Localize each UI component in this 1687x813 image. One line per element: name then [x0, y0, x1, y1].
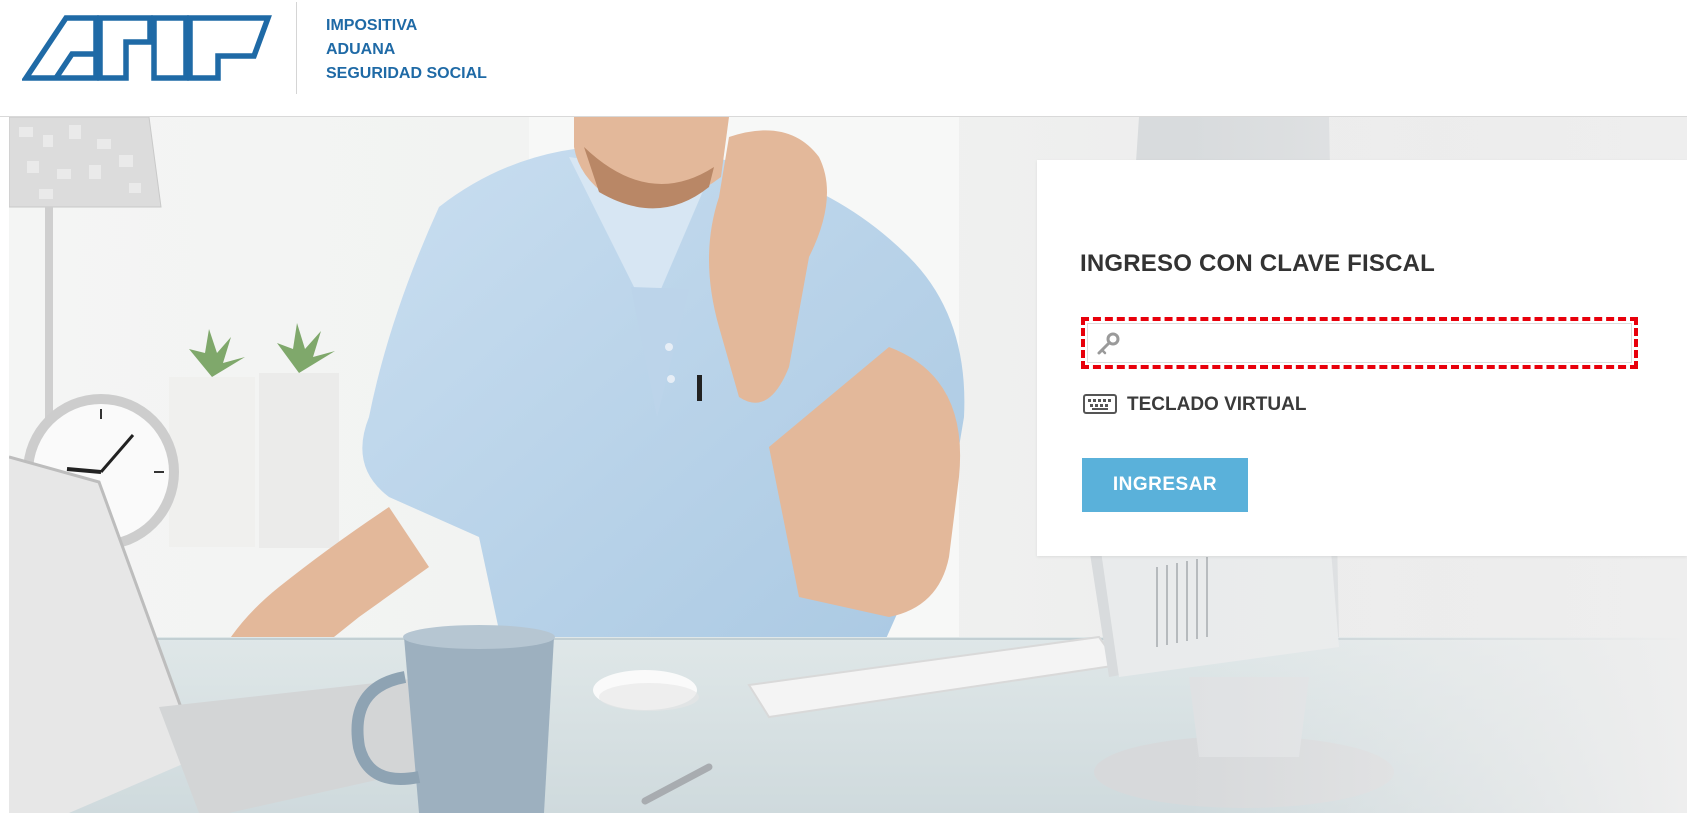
password-input[interactable] — [1128, 328, 1625, 358]
password-field-highlight — [1081, 317, 1638, 369]
logo-divider — [296, 2, 297, 94]
tagline-line-3: SEGURIDAD SOCIAL — [326, 65, 487, 82]
afip-logo[interactable] — [22, 12, 272, 84]
login-card: INGRESO CON CLAVE FISCAL TECLADO VIRTUAL — [1037, 160, 1687, 556]
tagline-line-1: IMPOSITIVA — [326, 17, 418, 34]
tagline: IMPOSITIVA ADUANA SEGURIDAD SOCIAL — [326, 14, 487, 86]
key-icon — [1097, 332, 1120, 355]
tagline-line-2: ADUANA — [326, 41, 396, 58]
ingresar-button[interactable]: INGRESAR — [1082, 458, 1248, 512]
password-field[interactable] — [1087, 323, 1632, 363]
login-title: INGRESO CON CLAVE FISCAL — [1080, 250, 1436, 277]
keyboard-icon — [1083, 394, 1117, 414]
site-header: IMPOSITIVA ADUANA SEGURIDAD SOCIAL — [0, 0, 1687, 117]
virtual-keyboard-label: TECLADO VIRTUAL — [1127, 394, 1307, 415]
